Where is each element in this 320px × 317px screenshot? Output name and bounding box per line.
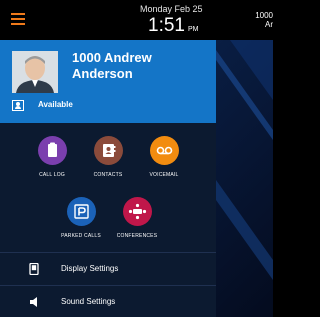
app-label: CONFERENCES xyxy=(116,233,158,239)
conferences-button[interactable]: CONFERENCES xyxy=(105,197,169,239)
settings-label: Sound Settings xyxy=(61,297,116,306)
app-label: VOICEMAIL xyxy=(149,172,179,178)
status-bar: Monday Feb 25 1:51 PM 1000 Ar xyxy=(0,0,273,40)
settings-label: Display Settings xyxy=(61,264,119,273)
presence-label: Available xyxy=(38,100,73,109)
status-time: 1:51 PM xyxy=(148,15,198,37)
app-grid: CALL LOG CONTACTS VOICEMAIL PARKED CALLS xyxy=(0,123,216,252)
phone-display-icon xyxy=(29,262,39,280)
voicemail-button[interactable]: VOICEMAIL xyxy=(132,136,196,178)
contacts-button[interactable]: CONTACTS xyxy=(76,136,140,178)
user-name: 1000 Andrew Anderson xyxy=(72,50,152,81)
user-card[interactable]: 1000 Andrew Anderson Available xyxy=(0,40,216,123)
line-name: Ar xyxy=(265,20,273,29)
conference-icon xyxy=(122,197,152,226)
avatar xyxy=(12,51,58,93)
clock-time: 1:51 xyxy=(148,15,185,36)
line-extension: 1000 xyxy=(255,11,273,20)
status-date: Monday Feb 25 xyxy=(140,4,203,14)
call-log-button[interactable]: CALL LOG xyxy=(20,136,84,178)
clock-ampm: PM xyxy=(187,26,199,33)
parked-calls-button[interactable]: PARKED CALLS xyxy=(49,197,113,239)
app-label: CONTACTS xyxy=(93,172,123,178)
voicemail-icon xyxy=(149,136,179,165)
line-indicator[interactable]: 1000 Ar xyxy=(229,11,273,29)
display-settings-item[interactable]: Display Settings xyxy=(0,252,216,285)
app-label: PARKED CALLS xyxy=(61,233,101,239)
clipboard-icon xyxy=(37,136,67,165)
app-label: CALL LOG xyxy=(39,172,65,178)
contacts-book-icon xyxy=(93,136,123,165)
hamburger-menu-icon[interactable] xyxy=(11,13,25,25)
parking-icon xyxy=(66,197,96,226)
navigation-drawer: 1000 Andrew Anderson Available CALL LOG … xyxy=(0,40,216,317)
presence-icon xyxy=(12,100,24,111)
speaker-icon xyxy=(29,295,40,313)
phone-screen: Monday Feb 25 1:51 PM 1000 Ar 1000 Andrew… xyxy=(0,0,273,317)
sound-settings-item[interactable]: Sound Settings xyxy=(0,285,216,317)
